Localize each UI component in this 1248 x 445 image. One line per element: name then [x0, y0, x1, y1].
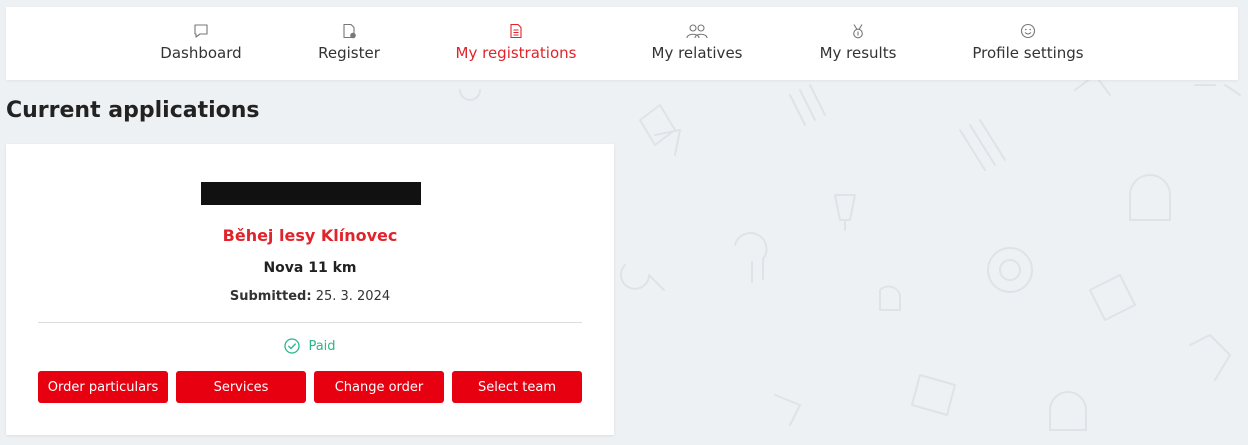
change-order-button[interactable]: Change order: [314, 371, 444, 403]
nav-item-label: Register: [318, 44, 380, 62]
nav-item-my-results[interactable]: My results: [808, 7, 908, 80]
medal-icon: [853, 24, 863, 39]
smiley-icon: [1020, 23, 1036, 39]
nav-item-my-registrations[interactable]: My registrations: [446, 7, 586, 80]
nav-item-my-relatives[interactable]: My relatives: [636, 7, 758, 80]
application-card: Běhej lesy Klínovec Nova 11 km Submitted…: [6, 144, 614, 435]
nav-item-register[interactable]: Register: [304, 7, 394, 80]
select-team-button[interactable]: Select team: [452, 371, 582, 403]
nav-item-label: Dashboard: [160, 44, 242, 62]
submitted-label: Submitted:: [229, 289, 312, 304]
payment-status: Paid: [6, 338, 614, 354]
divider: [38, 322, 582, 323]
top-navigation: Dashboard Register My registrations My r…: [6, 7, 1238, 80]
check-circle-icon: [284, 338, 301, 354]
chat-bubble-icon: [194, 24, 208, 38]
nav-item-dashboard[interactable]: Dashboard: [156, 7, 246, 80]
submitted-date: 25. 3. 2024: [315, 289, 391, 304]
page-title: Current applications: [6, 98, 260, 123]
redacted-block: [201, 182, 421, 205]
services-button[interactable]: Services: [176, 371, 306, 403]
nav-item-label: My relatives: [651, 44, 743, 62]
submitted-info: Submitted: 25. 3. 2024: [6, 289, 614, 304]
nav-item-profile-settings[interactable]: Profile settings: [966, 7, 1090, 80]
status-label: Paid: [308, 338, 336, 354]
order-particulars-button[interactable]: Order particulars: [38, 371, 168, 403]
users-icon: [686, 24, 708, 39]
nav-item-label: My results: [819, 44, 897, 62]
nav-item-label: My registrations: [455, 44, 577, 62]
document-add-icon: [343, 23, 356, 39]
race-name: Nova 11 km: [263, 260, 357, 276]
event-title: Běhej lesy Klínovec: [222, 226, 398, 245]
document-list-icon: [510, 23, 522, 39]
nav-item-label: Profile settings: [972, 44, 1084, 62]
